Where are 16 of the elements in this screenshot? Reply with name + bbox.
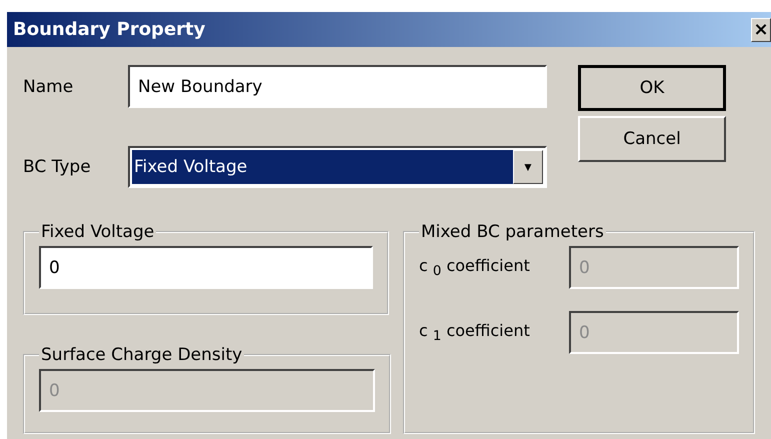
dropdown-arrow-button[interactable]: ▼ [513,150,543,184]
dropdown-value: Fixed Voltage [132,150,513,184]
window-title: Boundary Property [13,19,206,40]
dialog-button[interactable]: OK [578,65,726,111]
coefficient-label: c $_{1}$ coefficient [419,320,531,344]
group-title: Surface Charge Density [40,345,244,365]
bc-type-dropdown[interactable]: Fixed Voltage ▼ [128,146,547,188]
name-field[interactable]: New Boundary [128,65,547,108]
close-button[interactable]: × [751,18,771,42]
group-title: Fixed Voltage [40,222,156,242]
group-title: Mixed BC parameters [420,222,605,242]
dialog-button[interactable]: Cancel [578,116,726,162]
field-label: Name [23,76,74,96]
field-label: BC Type [23,157,92,177]
input-field[interactable]: 0 [39,246,373,289]
coefficient-label: c $_{0}$ coefficient [419,256,531,280]
